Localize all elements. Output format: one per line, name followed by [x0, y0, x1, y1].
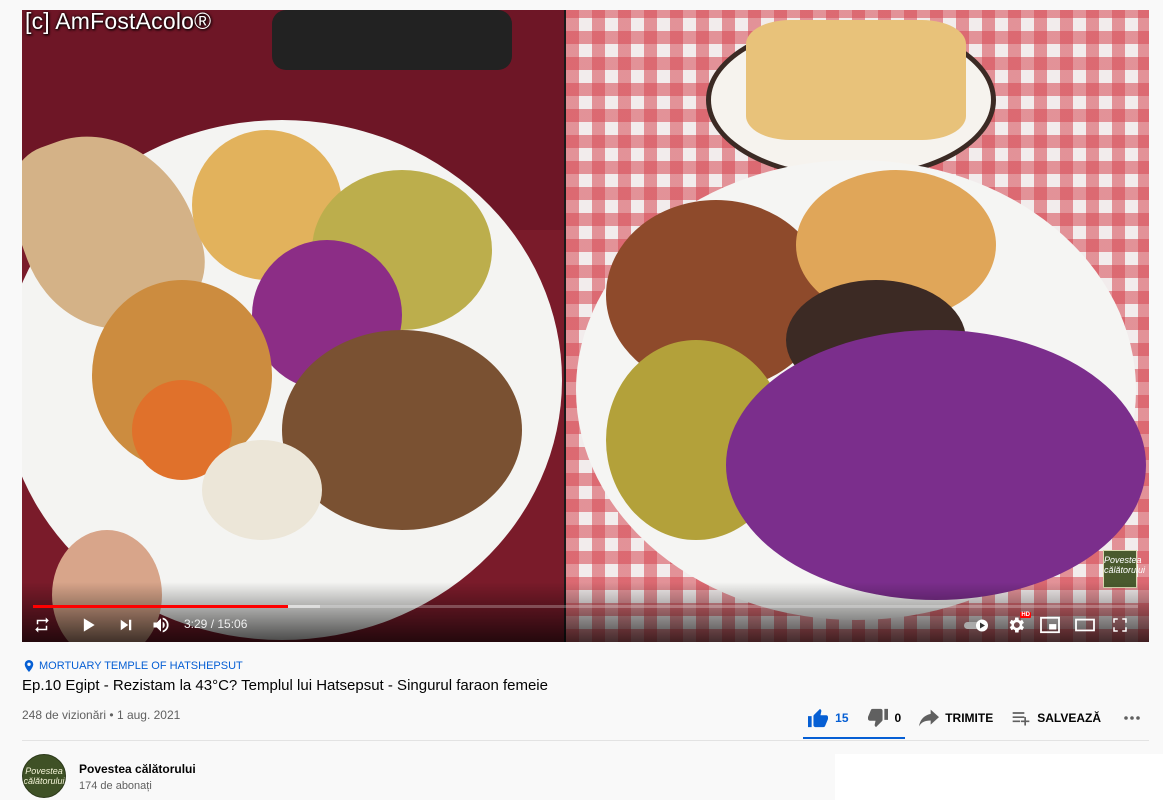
theater-icon[interactable] — [1073, 613, 1097, 637]
subscribe-area — [835, 754, 1163, 800]
hd-badge: HD — [1020, 612, 1031, 618]
share-icon — [919, 709, 940, 727]
channel-name[interactable]: Povestea călătorului — [79, 762, 196, 776]
video-frame-left — [22, 10, 564, 642]
thumbs-down-icon — [867, 708, 888, 728]
share-label: TRIMITE — [945, 711, 994, 725]
video-player[interactable]: [c] AmFostAcolo® Povestea călătorului 3:… — [22, 10, 1149, 642]
video-frame-right — [566, 10, 1149, 642]
volume-icon[interactable] — [149, 613, 173, 637]
meta-separator: • — [106, 708, 117, 722]
divider — [22, 740, 1149, 741]
location-text: MORTUARY TEMPLE OF HATSHEPSUT — [39, 660, 243, 672]
location-link[interactable]: MORTUARY TEMPLE OF HATSHEPSUT — [24, 660, 243, 672]
channel-avatar[interactable]: Povestea călătorului — [22, 754, 66, 798]
save-button[interactable]: SALVEAZĂ — [1011, 709, 1101, 727]
thumbs-up-icon — [808, 708, 829, 728]
video-title: Ep.10 Egipt - Rezistam la 43°C? Templul … — [22, 677, 548, 694]
save-label: SALVEAZĂ — [1037, 711, 1101, 725]
watermark: [c] AmFostAcolo® — [25, 10, 212, 34]
dislike-button[interactable]: 0 — [867, 708, 902, 728]
view-count: 248 de vizionări — [22, 708, 107, 722]
time-total: 15:06 — [217, 617, 248, 631]
player-controls: 3:29 / 15:06 HD — [22, 608, 1149, 642]
playlist-add-icon — [1012, 712, 1030, 726]
next-icon[interactable] — [114, 613, 138, 637]
autoplay-toggle-icon[interactable] — [962, 613, 992, 637]
time-display: 3:29 / 15:06 — [184, 617, 247, 631]
miniplayer-icon[interactable] — [1038, 613, 1062, 637]
loop-icon[interactable] — [30, 613, 54, 637]
dislike-count: 0 — [894, 711, 902, 725]
video-meta: 248 de vizionări • 1 aug. 2021 — [22, 708, 180, 722]
upload-date: 1 aug. 2021 — [116, 708, 181, 722]
video-actions: 15 0 TRIMITE SALVEAZĂ — [807, 706, 1141, 730]
subscriber-count: 174 de abonați — [79, 780, 152, 792]
avatar-text: Povestea călătorului — [23, 766, 65, 786]
fullscreen-icon[interactable] — [1108, 613, 1132, 637]
settings-icon[interactable]: HD — [1004, 612, 1031, 637]
share-button[interactable]: TRIMITE — [919, 709, 993, 727]
time-current: 3:29 — [184, 617, 208, 631]
more-actions-button[interactable] — [1123, 715, 1141, 721]
like-button[interactable]: 15 — [807, 708, 849, 728]
location-pin-icon — [24, 660, 34, 672]
more-horizontal-icon — [1124, 716, 1140, 720]
like-ratio-bar — [803, 737, 905, 739]
like-count: 15 — [835, 711, 849, 725]
play-icon[interactable] — [76, 613, 100, 637]
time-separator: / — [207, 617, 218, 631]
